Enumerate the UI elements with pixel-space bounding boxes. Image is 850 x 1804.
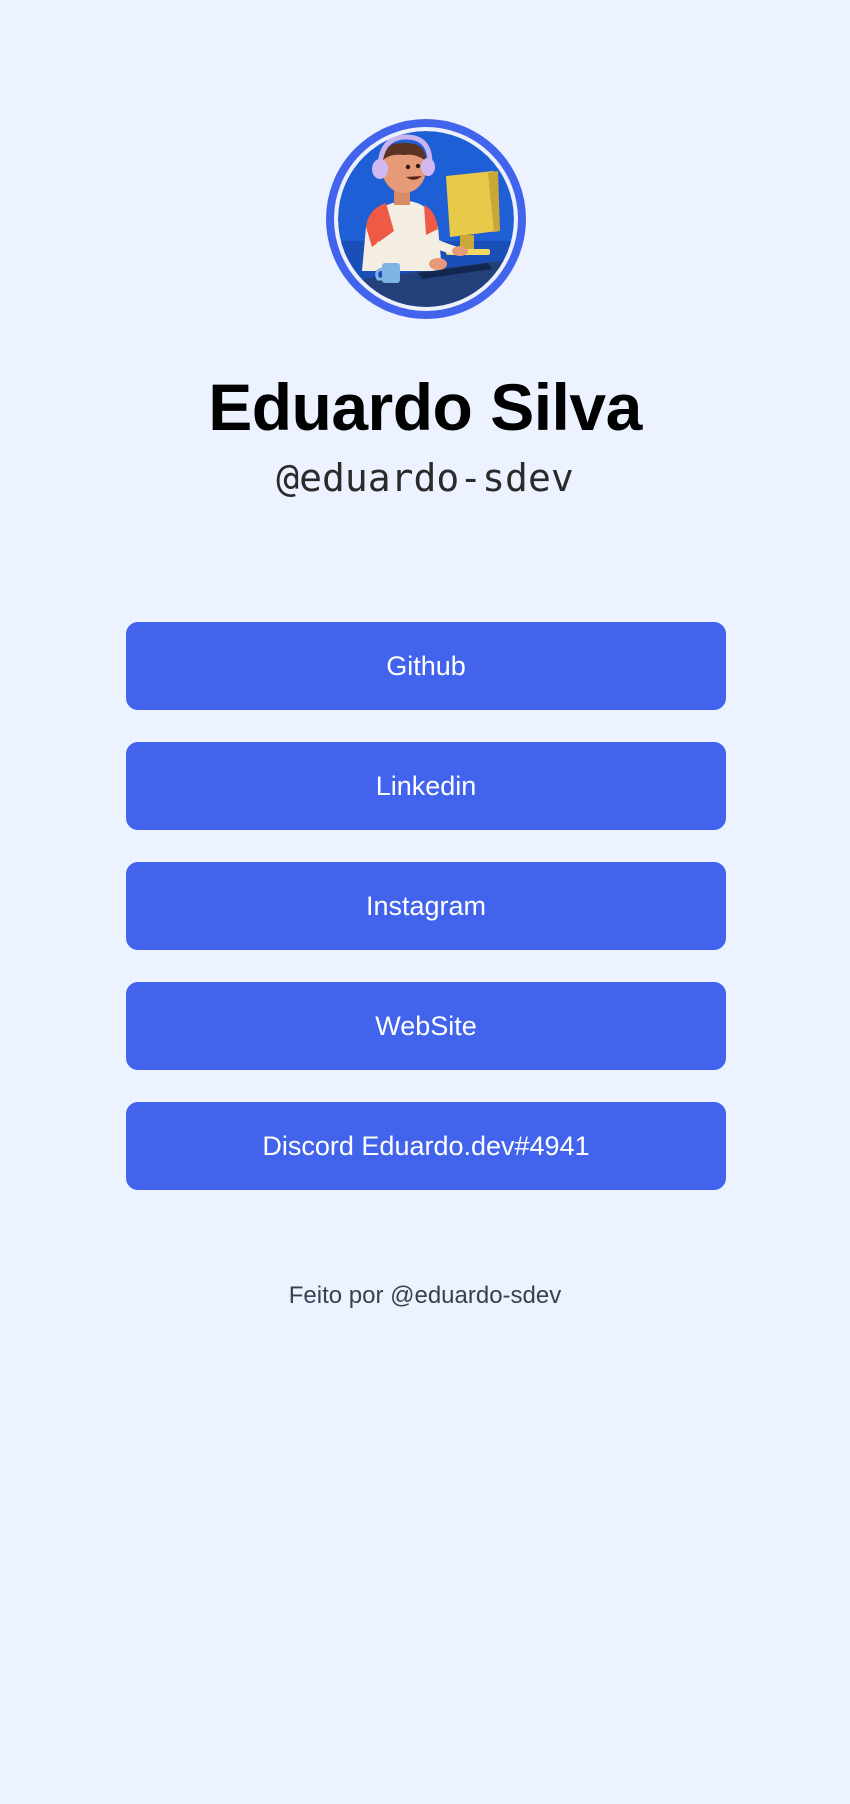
instagram-link-button[interactable]: Instagram xyxy=(126,862,726,950)
profile-page: Eduardo Silva @eduardo-sdev Github Linke… xyxy=(0,0,850,1804)
github-link-button[interactable]: Github xyxy=(126,622,726,710)
profile-name: Eduardo Silva xyxy=(208,370,642,444)
avatar-ring xyxy=(326,119,526,319)
profile-handle: @eduardo-sdev xyxy=(276,456,574,500)
linkedin-link-button[interactable]: Linkedin xyxy=(126,742,726,830)
footer-credit: Feito por @eduardo-sdev xyxy=(288,1282,562,1309)
link-list: Github Linkedin Instagram WebSite Discor… xyxy=(126,622,726,1222)
avatar xyxy=(338,131,514,307)
website-link-button[interactable]: WebSite xyxy=(126,982,726,1070)
discord-link-button[interactable]: Discord Eduardo.dev#4941 xyxy=(126,1102,726,1190)
